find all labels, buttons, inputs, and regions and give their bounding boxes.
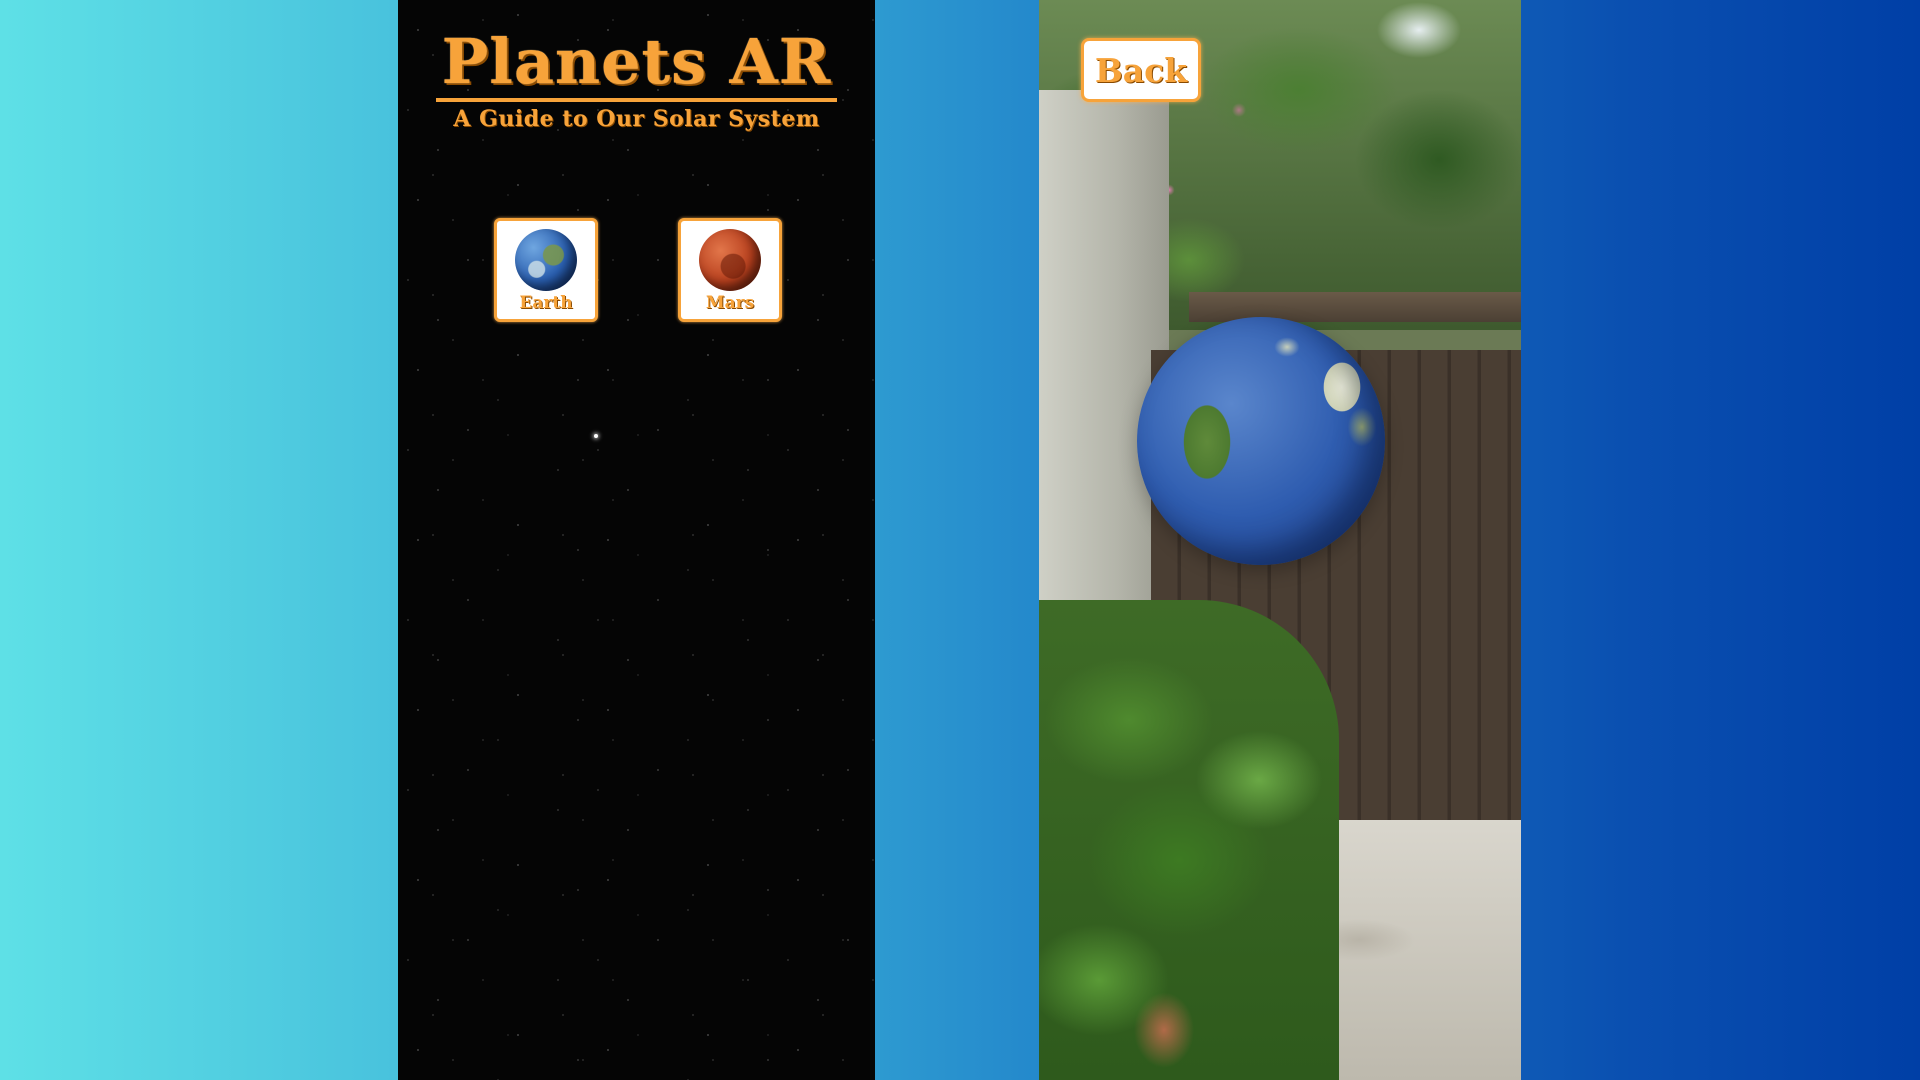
star-icon: [594, 434, 598, 438]
camera-gate-beam: [1189, 292, 1521, 322]
title-block: Planets AR A Guide to Our Solar System: [398, 28, 875, 132]
starfield-background-layer: [398, 0, 875, 1080]
mars-icon: [699, 229, 761, 291]
mars-label: Mars: [705, 293, 755, 313]
mars-button[interactable]: Mars: [678, 218, 782, 322]
app-title: Planets AR: [435, 28, 838, 102]
camera-plants: [1039, 600, 1339, 1080]
presentation-canvas: { "menu_screen": { "title": "Planets AR"…: [0, 0, 1920, 1080]
camera-wall: [1039, 90, 1169, 650]
back-button[interactable]: Back: [1081, 38, 1201, 102]
earth-label: Earth: [519, 293, 573, 313]
menu-screen: Planets AR A Guide to Our Solar System E…: [398, 0, 875, 1080]
ar-camera-screen: Back: [1039, 0, 1521, 1080]
app-subtitle: A Guide to Our Solar System: [453, 106, 820, 132]
earth-button[interactable]: Earth: [494, 218, 598, 322]
earth-icon: [515, 229, 577, 291]
ar-earth-globe[interactable]: [1137, 317, 1385, 565]
